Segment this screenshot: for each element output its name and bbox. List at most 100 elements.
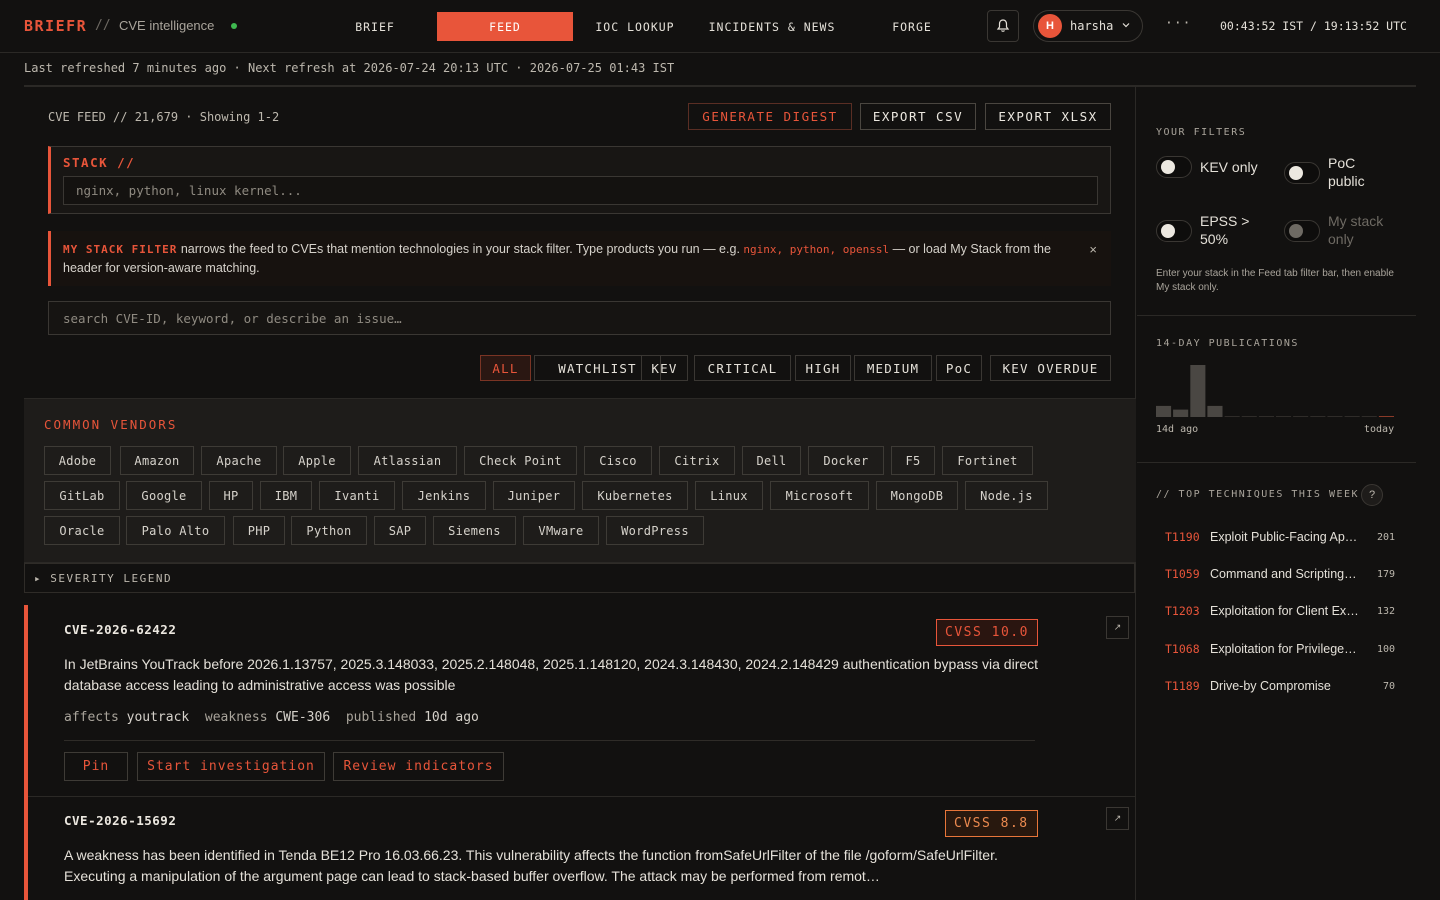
tab-ioc-lookup[interactable]: IOC LOOKUP bbox=[590, 12, 680, 41]
vendor-chip[interactable]: Palo Alto bbox=[126, 516, 225, 545]
filter-critical[interactable]: CRITICAL bbox=[694, 355, 791, 381]
export-xlsx-button[interactable]: EXPORT XLSX bbox=[985, 103, 1111, 130]
filter-poc[interactable]: PoC bbox=[936, 355, 982, 381]
search-input[interactable]: search CVE-ID, keyword, or describe an i… bbox=[48, 301, 1111, 335]
meta-weakness[interactable]: CWE-306 bbox=[275, 710, 330, 725]
technique-name: Exploitation for Privilege Escalation bbox=[1210, 642, 1360, 656]
severity-legend-toggle[interactable]: ▸ SEVERITY LEGEND bbox=[24, 563, 1135, 593]
vendor-chip[interactable]: MongoDB bbox=[876, 481, 958, 510]
expand-icon[interactable]: ↗ bbox=[1106, 807, 1129, 830]
help-icon[interactable]: ? bbox=[1361, 484, 1383, 506]
vendor-chip[interactable]: F5 bbox=[891, 446, 935, 475]
technique-row[interactable]: T1189 Drive-by Compromise 70 bbox=[1165, 679, 1395, 693]
review-indicators-button[interactable]: Review indicators bbox=[333, 752, 504, 781]
meta-label: published bbox=[345, 710, 417, 725]
vendor-chip[interactable]: Fortinet bbox=[942, 446, 1033, 475]
vendor-chip[interactable]: IBM bbox=[260, 481, 312, 510]
toggle-switch[interactable] bbox=[1156, 220, 1192, 242]
meta-published: 10d ago bbox=[424, 710, 479, 725]
vendor-chip[interactable]: VMware bbox=[523, 516, 599, 545]
live-status-dot bbox=[231, 23, 237, 29]
toggle-poc-public[interactable]: PoC public bbox=[1284, 154, 1404, 190]
vendor-chip[interactable]: Linux bbox=[695, 481, 763, 510]
tab-incidents-news[interactable]: INCIDENTS & NEWS bbox=[702, 12, 842, 41]
vendor-chip[interactable]: Check Point bbox=[464, 446, 577, 475]
technique-row[interactable]: T1068 Exploitation for Privilege Escalat… bbox=[1165, 642, 1395, 656]
vendor-chip[interactable]: Adobe bbox=[44, 446, 111, 475]
tab-forge[interactable]: FORGE bbox=[880, 12, 944, 41]
vendor-chip[interactable]: Amazon bbox=[120, 446, 194, 475]
vendor-chip[interactable]: Cisco bbox=[584, 446, 652, 475]
hint-text: narrows the feed to CVEs that mention te… bbox=[177, 242, 744, 256]
vendor-chip[interactable]: PHP bbox=[233, 516, 285, 545]
tab-brief[interactable]: BRIEF bbox=[340, 12, 410, 41]
meta-label: affects bbox=[64, 710, 119, 725]
export-csv-button[interactable]: EXPORT CSV bbox=[860, 103, 976, 130]
technique-name: Drive-by Compromise bbox=[1210, 679, 1331, 693]
stack-filter-hint: MY STACK FILTER narrows the feed to CVEs… bbox=[48, 231, 1111, 286]
cve-description: In JetBrains YouTrack before 2026.1.1375… bbox=[64, 656, 1039, 693]
close-icon[interactable]: × bbox=[1089, 241, 1097, 259]
technique-id: T1068 bbox=[1165, 642, 1200, 656]
vendor-chip[interactable]: Jenkins bbox=[402, 481, 486, 510]
vendor-chip[interactable]: Siemens bbox=[433, 516, 516, 545]
vendor-chip[interactable]: Ivanti bbox=[319, 481, 395, 510]
brand-logo[interactable]: BRIEFR bbox=[24, 17, 87, 35]
filters-sidebar: YOUR FILTERS KEV only PoC public EPSS > … bbox=[1137, 87, 1416, 900]
vendor-chip[interactable]: Python bbox=[291, 516, 367, 545]
vendor-chip[interactable]: Citrix bbox=[659, 446, 735, 475]
technique-count: 179 bbox=[1376, 568, 1395, 580]
technique-id: T1190 bbox=[1165, 530, 1200, 544]
toggle-switch[interactable] bbox=[1284, 162, 1320, 184]
cve-id[interactable]: CVE-2026-62422 bbox=[64, 622, 176, 637]
vendor-chip[interactable]: Kubernetes bbox=[582, 481, 688, 510]
publication-bar bbox=[1344, 416, 1360, 417]
filter-medium[interactable]: MEDIUM bbox=[854, 355, 932, 381]
user-name: harsha bbox=[1070, 19, 1114, 33]
tab-feed[interactable]: FEED bbox=[437, 12, 573, 41]
vendor-chip[interactable]: Docker bbox=[808, 446, 884, 475]
toggle-label: EPSS > 50% bbox=[1200, 213, 1250, 247]
vendor-chip[interactable]: WordPress bbox=[606, 516, 704, 545]
technique-id: T1059 bbox=[1165, 567, 1200, 581]
stack-input[interactable]: nginx, python, linux kernel... bbox=[63, 176, 1098, 205]
toggle-kev-only[interactable]: KEV only bbox=[1156, 156, 1281, 178]
vendor-chip[interactable]: Oracle bbox=[44, 516, 120, 545]
notifications-bell-icon[interactable] bbox=[987, 10, 1019, 42]
pin-button[interactable]: Pin bbox=[64, 752, 128, 781]
vendor-chip[interactable]: Apple bbox=[283, 446, 351, 475]
technique-id: T1203 bbox=[1165, 604, 1200, 618]
publication-bar bbox=[1207, 405, 1223, 417]
axis-label-right: today bbox=[1364, 424, 1395, 435]
vendor-chip[interactable]: SAP bbox=[374, 516, 426, 545]
expand-icon[interactable]: ↗ bbox=[1106, 616, 1129, 639]
vendor-chip[interactable]: Atlassian bbox=[358, 446, 457, 475]
generate-digest-button[interactable]: GENERATE DIGEST bbox=[688, 103, 852, 130]
cve-id[interactable]: CVE-2026-15692 bbox=[64, 813, 176, 828]
filter-kev-overdue[interactable]: KEV OVERDUE bbox=[990, 355, 1111, 381]
vendor-chip[interactable]: GitLab bbox=[44, 481, 120, 510]
vendor-chip[interactable]: Google bbox=[126, 481, 202, 510]
more-menu-icon[interactable]: ··· bbox=[1165, 16, 1191, 31]
vendor-chip[interactable]: HP bbox=[209, 481, 253, 510]
filter-all[interactable]: ALL bbox=[480, 355, 531, 381]
technique-row[interactable]: T1203 Exploitation for Client Execution … bbox=[1165, 604, 1395, 618]
filter-high[interactable]: HIGH bbox=[795, 355, 851, 381]
vendor-chip[interactable]: Node.js bbox=[965, 481, 1048, 510]
publication-bar bbox=[1156, 405, 1172, 417]
filter-kev[interactable]: KEV bbox=[641, 355, 688, 381]
vendor-chip[interactable]: Microsoft bbox=[770, 481, 869, 510]
vendor-chip[interactable]: Juniper bbox=[493, 481, 575, 510]
start-investigation-button[interactable]: Start investigation bbox=[137, 752, 325, 781]
technique-count: 100 bbox=[1376, 643, 1395, 655]
technique-row[interactable]: T1190 Exploit Public-Facing Application … bbox=[1165, 530, 1395, 544]
meta-affects: youtrack bbox=[126, 710, 190, 725]
user-menu[interactable]: H harsha bbox=[1033, 10, 1143, 42]
brand-separator: // bbox=[95, 18, 111, 33]
technique-row[interactable]: T1059 Command and Scripting Interpreter … bbox=[1165, 567, 1395, 581]
hint-title: MY STACK FILTER bbox=[63, 243, 178, 256]
vendor-chip[interactable]: Dell bbox=[742, 446, 801, 475]
toggle-switch[interactable] bbox=[1156, 156, 1192, 178]
toggle-epss[interactable]: EPSS > 50% bbox=[1156, 212, 1281, 248]
vendor-chip[interactable]: Apache bbox=[201, 446, 277, 475]
